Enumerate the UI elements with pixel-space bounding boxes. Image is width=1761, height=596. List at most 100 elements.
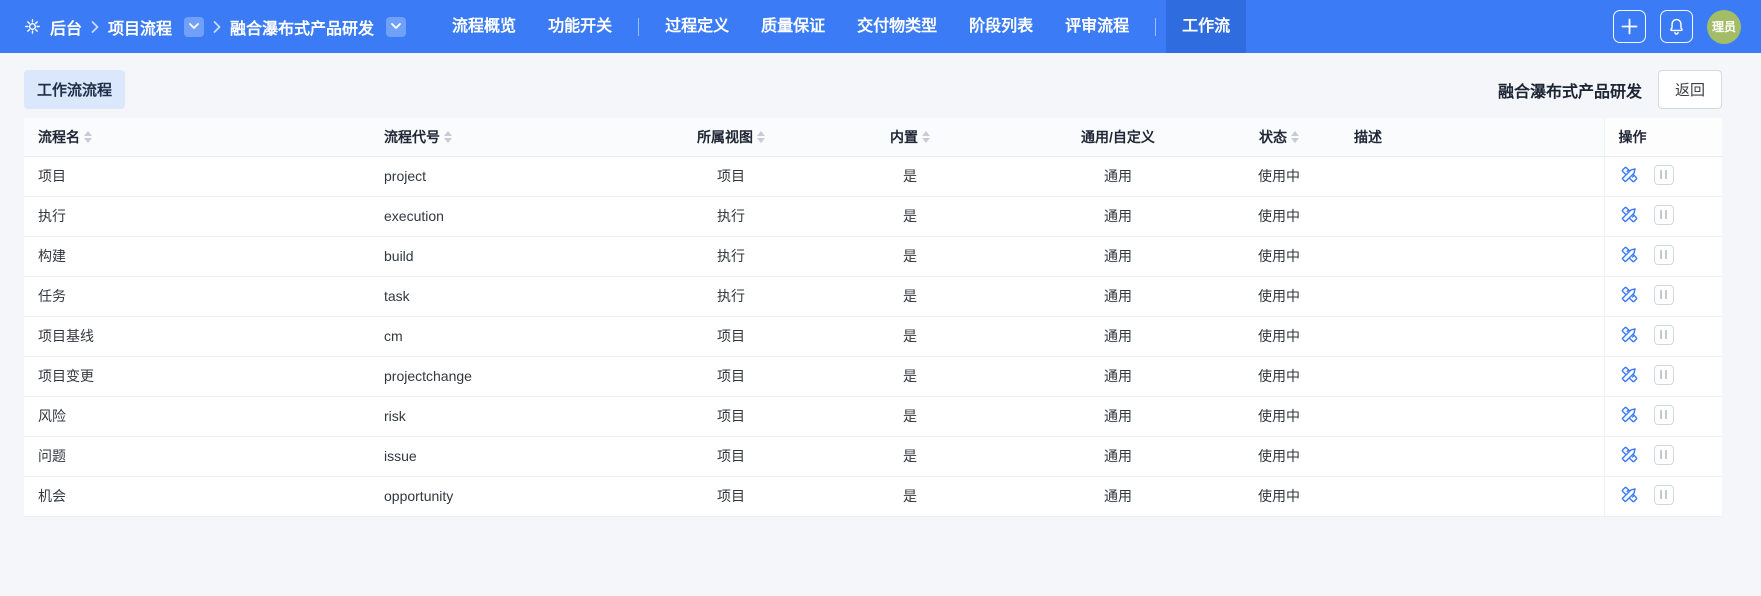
actions-cell <box>1604 156 1722 196</box>
add-button[interactable] <box>1613 10 1646 43</box>
column-label: 流程代号 <box>384 127 440 147</box>
design-edit-button[interactable] <box>1619 404 1640 425</box>
row-actions <box>1619 284 1674 305</box>
sort-carets-icon[interactable] <box>922 131 930 143</box>
table-row: 项目project项目是通用使用中 <box>24 156 1722 196</box>
cell-desc <box>1340 396 1604 436</box>
design-edit-button[interactable] <box>1619 244 1640 265</box>
sort-caret-down-icon <box>444 138 452 143</box>
sort-carets-icon[interactable] <box>84 131 92 143</box>
sort-carets-icon[interactable] <box>757 131 765 143</box>
cell-scope: 通用 <box>1018 356 1218 396</box>
notifications-button[interactable] <box>1660 10 1693 43</box>
cell-name: 项目 <box>24 156 370 196</box>
chevron-right-icon <box>91 21 99 33</box>
cell-view: 项目 <box>660 436 802 476</box>
design-edit-button[interactable] <box>1619 444 1640 465</box>
chevron-down-icon <box>391 23 401 30</box>
cell-name: 风险 <box>24 396 370 436</box>
workflow-tab-pill[interactable]: 工作流流程 <box>24 70 125 109</box>
cell-status: 使用中 <box>1218 396 1340 436</box>
topbar-actions: 理员 <box>1613 10 1741 44</box>
cell-status: 使用中 <box>1218 276 1340 316</box>
actions-cell <box>1604 276 1722 316</box>
cell-desc <box>1340 356 1604 396</box>
pause-icon <box>1660 450 1667 459</box>
bell-icon <box>1667 17 1686 36</box>
pause-button[interactable] <box>1654 325 1674 345</box>
row-actions <box>1619 484 1674 505</box>
design-edit-button[interactable] <box>1619 484 1640 505</box>
cell-view: 执行 <box>660 276 802 316</box>
sort-caret-up-icon <box>444 131 452 136</box>
breadcrumb-home[interactable]: 后台 <box>50 15 82 39</box>
pause-button[interactable] <box>1654 245 1674 265</box>
design-edit-icon <box>1619 324 1640 345</box>
avatar[interactable]: 理员 <box>1707 10 1741 44</box>
nav-item-4[interactable]: 质量保证 <box>745 0 841 53</box>
column-label: 描述 <box>1354 127 1382 147</box>
back-button[interactable]: 返回 <box>1658 70 1722 109</box>
cell-scope: 通用 <box>1018 436 1218 476</box>
design-edit-button[interactable] <box>1619 284 1640 305</box>
sort-caret-up-icon <box>757 131 765 136</box>
pause-icon <box>1660 330 1667 339</box>
breadcrumb-dropdown[interactable] <box>386 17 406 37</box>
column-label: 通用/自定义 <box>1081 127 1155 147</box>
sort-carets-icon[interactable] <box>444 131 452 143</box>
breadcrumb-item[interactable]: 项目流程 <box>108 15 172 39</box>
context-title: 融合瀑布式产品研发 <box>1498 78 1642 102</box>
design-edit-button[interactable] <box>1619 204 1640 225</box>
cell-desc <box>1340 236 1604 276</box>
pause-button[interactable] <box>1654 205 1674 225</box>
nav-item-3[interactable]: 过程定义 <box>649 0 745 53</box>
cell-code: execution <box>370 196 660 236</box>
gear-icon[interactable] <box>24 18 41 35</box>
pause-button[interactable] <box>1654 405 1674 425</box>
pause-button[interactable] <box>1654 445 1674 465</box>
design-edit-button[interactable] <box>1619 164 1640 185</box>
nav-item-8[interactable]: 工作流 <box>1166 0 1246 53</box>
design-edit-icon <box>1619 484 1640 505</box>
breadcrumb-item[interactable]: 融合瀑布式产品研发 <box>230 15 374 39</box>
design-edit-button[interactable] <box>1619 364 1640 385</box>
pause-button[interactable] <box>1654 485 1674 505</box>
cell-scope: 通用 <box>1018 476 1218 516</box>
nav-divider <box>1155 18 1156 36</box>
cell-status: 使用中 <box>1218 156 1340 196</box>
nav-item-5[interactable]: 交付物类型 <box>841 0 953 53</box>
cell-view: 项目 <box>660 316 802 356</box>
column-header-builtin[interactable]: 内置 <box>802 118 1018 156</box>
nav-item-7[interactable]: 评审流程 <box>1049 0 1145 53</box>
sort-carets-icon[interactable] <box>1291 131 1299 143</box>
cell-builtin: 是 <box>802 236 1018 276</box>
nav-item-1[interactable]: 流程概览 <box>436 0 532 53</box>
column-header-view[interactable]: 所属视图 <box>660 118 802 156</box>
design-edit-button[interactable] <box>1619 324 1640 345</box>
table-row: 风险risk项目是通用使用中 <box>24 396 1722 436</box>
table-row: 问题issue项目是通用使用中 <box>24 436 1722 476</box>
pause-button[interactable] <box>1654 365 1674 385</box>
pause-button[interactable] <box>1654 165 1674 185</box>
column-header-code[interactable]: 流程代号 <box>370 118 660 156</box>
row-actions <box>1619 444 1674 465</box>
pause-button[interactable] <box>1654 285 1674 305</box>
cell-code: project <box>370 156 660 196</box>
column-label: 状态 <box>1259 127 1287 147</box>
cell-code: opportunity <box>370 476 660 516</box>
cell-scope: 通用 <box>1018 316 1218 356</box>
column-header-status[interactable]: 状态 <box>1218 118 1340 156</box>
row-actions <box>1619 404 1674 425</box>
table-row: 机会opportunity项目是通用使用中 <box>24 476 1722 516</box>
nav-item-6[interactable]: 阶段列表 <box>953 0 1049 53</box>
topbar-nav: 流程概览功能开关过程定义质量保证交付物类型阶段列表评审流程工作流 <box>436 0 1246 53</box>
column-header-name[interactable]: 流程名 <box>24 118 370 156</box>
sort-caret-up-icon <box>84 131 92 136</box>
chevron-down-icon <box>189 23 199 30</box>
topbar: 后台 项目流程 融合瀑布式产品研发 流程概览功能开关过程定义质量保证交付物类型阶… <box>0 0 1761 53</box>
breadcrumb-dropdown[interactable] <box>184 17 204 37</box>
table-row: 构建build执行是通用使用中 <box>24 236 1722 276</box>
nav-item-2[interactable]: 功能开关 <box>532 0 628 53</box>
pause-icon <box>1660 210 1667 219</box>
workflow-table: 流程名 流程代号 所属视图 内置 通用/自定义状态 描述操作 项目project… <box>24 118 1722 517</box>
